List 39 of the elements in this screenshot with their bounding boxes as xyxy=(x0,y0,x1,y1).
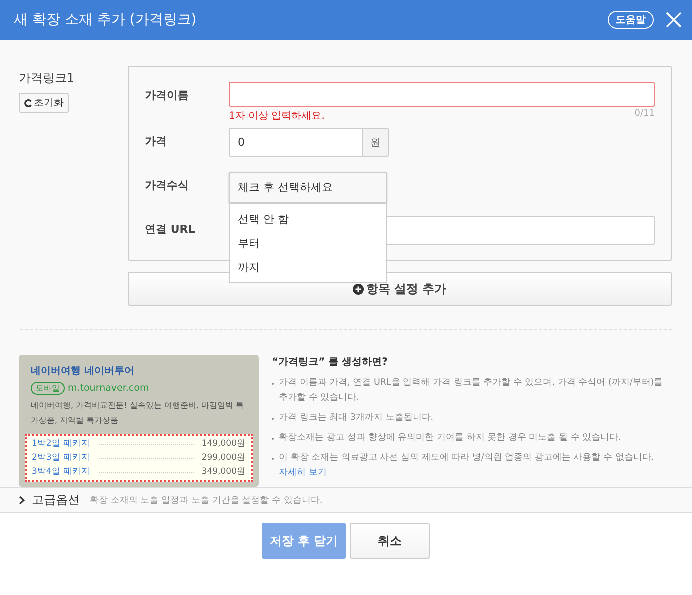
price-link-name: 2박3일 패키지 xyxy=(32,452,91,464)
field-label: 가격이름 xyxy=(145,88,190,104)
dropdown-option[interactable]: 부터 xyxy=(230,231,386,255)
help-text: 가격 이름과 가격, 연결 URL을 입력해 가격 링크를 추가할 수 있으며, 가격 수식어 (까지/부터)를 추가할 수 있습니다. xyxy=(279,377,664,405)
modifier-dropdown[interactable]: 체크 후 선택하세요 xyxy=(229,172,387,203)
price-link-price: 149,000원 xyxy=(202,438,246,450)
details-link[interactable]: 자세히 보기 xyxy=(279,468,327,478)
field-label: 가격 xyxy=(145,134,168,150)
dropdown-option[interactable]: 선택 안 함 xyxy=(230,207,386,231)
item-title: 가격링크1 xyxy=(19,70,75,87)
price-link-name: 3박4일 패키지 xyxy=(32,466,91,478)
cancel-button[interactable]: 취소 xyxy=(350,523,430,559)
refresh-icon xyxy=(24,98,33,108)
reset-button[interactable]: 초기화 xyxy=(19,93,69,113)
add-item-button[interactable]: 항목 설정 추가 xyxy=(128,272,672,306)
error-message: 1자 이상 입력하세요. xyxy=(229,110,325,123)
mobile-badge: 모바일 xyxy=(31,382,65,395)
help-text: 가격 링크는 최대 3개까지 노출됩니다. xyxy=(279,412,434,425)
price-link-price: 299,000원 xyxy=(202,452,246,464)
preview-title: 네이버여행 네이버투어 xyxy=(31,365,136,378)
help-text: 확장소재는 광고 성과 향상에 유의미한 기여를 하지 못한 경우 미노출 될 수 있습니다. xyxy=(279,432,622,445)
currency-unit: 원 xyxy=(363,128,389,157)
price-link-name: 1박2일 패키지 xyxy=(32,438,91,450)
preview-description: 네이버여행, 가격비교전문! 실속있는 여행준비, 마감임박 특가상품, 지역별 특가상품 xyxy=(31,400,246,427)
advanced-options-description: 확장 소재의 노출 일정과 노출 기간을 설정할 수 있습니다. xyxy=(90,494,323,506)
help-button[interactable]: 도움말 xyxy=(608,11,654,29)
field-label: 가격수식 xyxy=(145,178,190,194)
advanced-options-toggle[interactable]: 고급옵션 xyxy=(32,492,80,508)
field-label: 연결 URL xyxy=(145,222,196,238)
help-title: “가격링크” 를 생성하면? xyxy=(272,356,389,369)
close-icon[interactable] xyxy=(666,12,682,28)
char-counter: 0/11 xyxy=(634,109,655,121)
preview-url: m.tournaver.com xyxy=(68,383,150,394)
name-input[interactable] xyxy=(229,82,655,107)
chevron-icon[interactable] xyxy=(18,496,26,504)
price-link-price: 349,000원 xyxy=(202,466,246,478)
help-text: 이 확장 소재는 의료광고 사전 심의 제도에 따라 병/의원 업종의 광고에는 사용할 수 없습니다. 자세히 보기 xyxy=(279,452,656,480)
price-input[interactable]: 0 xyxy=(229,128,363,157)
window-title: 새 확장 소재 추가 (가격링크) xyxy=(14,11,198,29)
